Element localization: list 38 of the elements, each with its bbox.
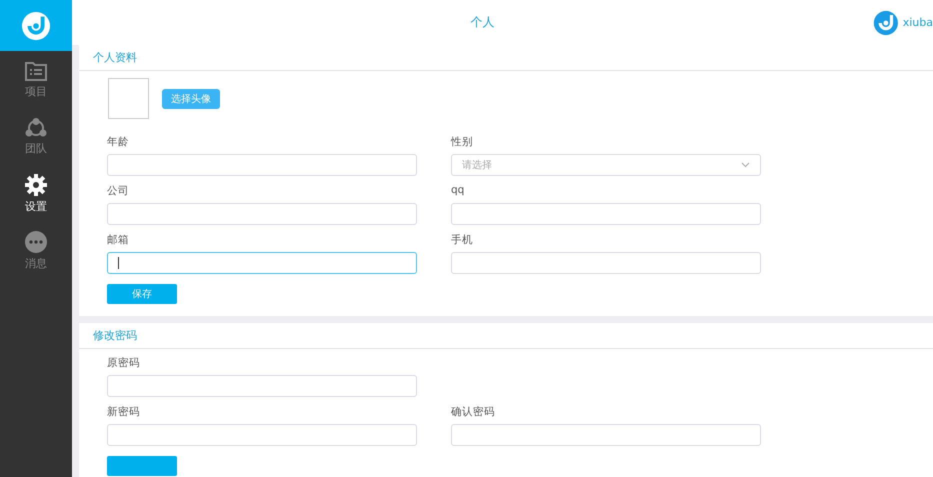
field-label: 性别 [451, 135, 474, 149]
sidebar-item[interactable]: 设置 [0, 165, 72, 222]
field-label: 原密码 [107, 356, 141, 370]
section-title: 个人资料 [93, 50, 137, 65]
field-label: 邮箱 [107, 233, 130, 247]
text-field[interactable] [451, 203, 761, 225]
sidebar-item[interactable]: 消息 [0, 222, 72, 279]
sidebar-item[interactable]: 团队 [0, 108, 72, 165]
text-field[interactable] [107, 375, 417, 397]
username[interactable]: xiuba [902, 16, 933, 29]
sidebar-item[interactable]: 项目 [0, 51, 72, 108]
team-icon [25, 118, 47, 138]
field-label: 公司 [107, 184, 130, 198]
field-label: 手机 [451, 233, 474, 247]
text-cursor [118, 257, 119, 269]
chat-icon [25, 230, 47, 252]
choose-avatar-button[interactable]: 选择头像 [162, 88, 220, 108]
field-label: 新密码 [107, 405, 141, 419]
gender-select[interactable]: 请选择 [451, 154, 761, 176]
text-field[interactable] [451, 252, 761, 274]
field-label: 年龄 [107, 135, 130, 149]
save-button[interactable] [107, 456, 177, 476]
field-label: qq [451, 184, 466, 198]
field-label: 确认密码 [451, 405, 496, 419]
avatar-placeholder [108, 78, 149, 119]
text-field[interactable] [107, 154, 417, 176]
text-field[interactable] [451, 424, 761, 446]
logo-icon [21, 10, 51, 40]
text-field[interactable] [107, 203, 417, 225]
folder-list-icon [25, 60, 47, 80]
avatar-icon [873, 8, 899, 36]
text-field[interactable] [107, 252, 417, 274]
chevron-down-icon [741, 162, 750, 168]
section-title: 修改密码 [93, 328, 137, 343]
page-title: 个人 [470, 14, 496, 31]
save-button[interactable]: 保存 [107, 284, 177, 304]
gear-icon [25, 174, 47, 196]
text-field[interactable] [107, 424, 417, 446]
